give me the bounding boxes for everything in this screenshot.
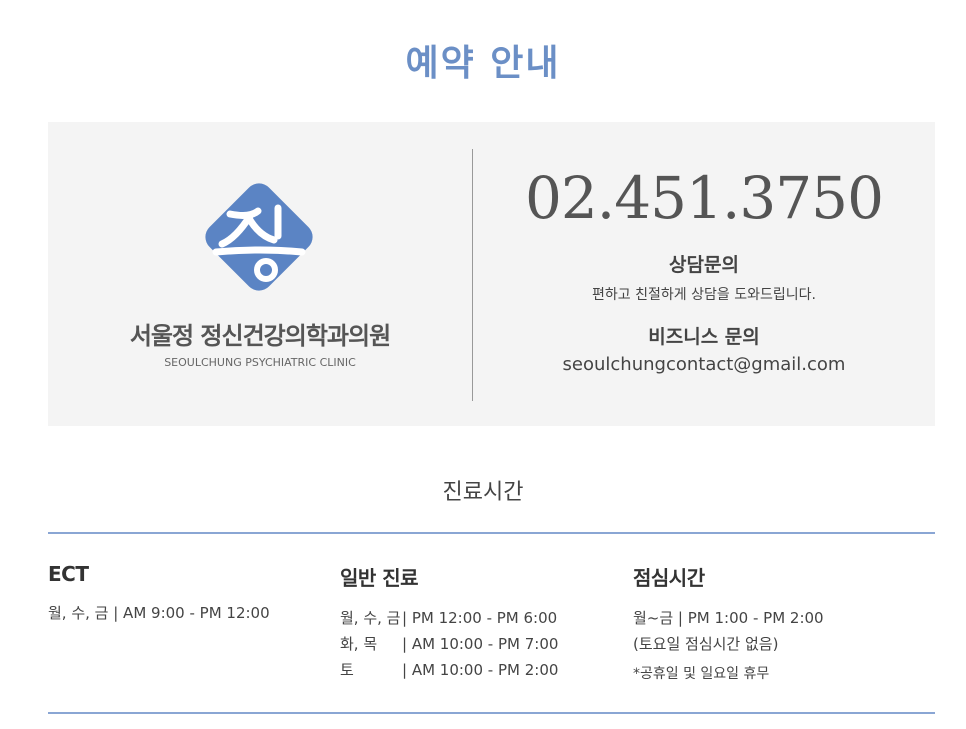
lunch-hours: 점심시간 월~금 | PM 1:00 - PM 2:00 (토요일 점심시간 없…: [633, 562, 824, 683]
clinic-name-english: SEOULCHUNG PSYCHIATRIC CLINIC: [164, 356, 356, 369]
ect-title: ECT: [48, 562, 89, 586]
lunch-title: 점심시간: [633, 566, 705, 590]
general-hours-row: 토 | AM 10:00 - PM 2:00: [340, 657, 558, 683]
clinic-logo-icon: [205, 183, 313, 291]
phone-number[interactable]: 02.451.3750: [473, 162, 935, 234]
consult-title: 상담문의: [669, 254, 739, 276]
general-hours-row: 월, 수, 금 | PM 12:00 - PM 6:00: [340, 605, 558, 631]
general-hours-row: 화, 목 | AM 10:00 - PM 7:00: [340, 631, 558, 657]
general-hours: 일반 진료 월, 수, 금 | PM 12:00 - PM 6:00 화, 목 | …: [340, 562, 558, 683]
clinic-name: 서울정 정신건강의학과의원: [129, 322, 391, 350]
general-day: 토: [340, 661, 354, 679]
hours-bottom-divider: [48, 712, 935, 714]
general-title: 일반 진료: [340, 566, 419, 590]
lunch-saturday-note: (토요일 점심시간 없음): [633, 635, 779, 653]
general-day: 화, 목: [340, 635, 378, 653]
business-inquiry-title: 비즈니스 문의: [648, 326, 760, 348]
hours-title: 진료시간: [442, 480, 524, 505]
consult-description: 편하고 친절하게 상담을 도와드립니다.: [592, 287, 816, 303]
lunch-hours-line: 월~금 | PM 1:00 - PM 2:00: [633, 609, 824, 627]
hours-top-divider: [48, 532, 935, 534]
ect-hours: ECT 월, 수, 금 | AM 9:00 - PM 12:00: [48, 562, 270, 626]
contact-info-box: 서울정 정신건강의학과의원 SEOULCHUNG PSYCHIATRIC CLI…: [48, 122, 935, 426]
general-time: | AM 10:00 - PM 2:00: [402, 661, 559, 679]
clinic-logo-area: 서울정 정신건강의학과의원 SEOULCHUNG PSYCHIATRIC CLI…: [48, 122, 472, 426]
ect-hours-line: 월, 수, 금 | AM 9:00 - PM 12:00: [48, 604, 270, 622]
business-email[interactable]: seoulchungcontact@gmail.com: [473, 354, 935, 375]
general-time: | AM 10:00 - PM 7:00: [402, 635, 559, 653]
holiday-note: *공휴일 및 일요일 휴무: [633, 666, 770, 682]
page-title: 예약 안내: [405, 43, 561, 84]
general-day: 월, 수, 금: [340, 609, 401, 627]
general-time: | PM 12:00 - PM 6:00: [402, 609, 558, 627]
contact-area: 02.451.3750 상담문의 편하고 친절하게 상담을 도와드립니다. 비즈…: [473, 122, 935, 426]
